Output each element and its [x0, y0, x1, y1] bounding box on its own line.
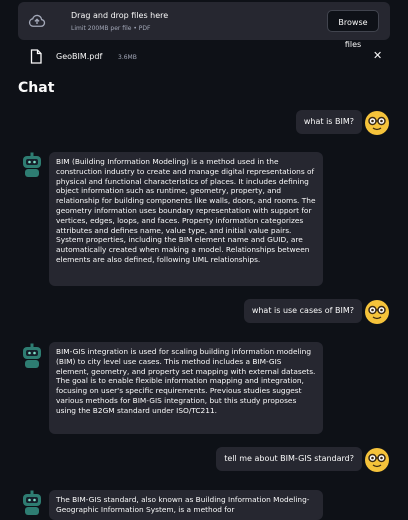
uploaded-file-row: GeoBIM.pdf 3.6MB ✕	[18, 47, 390, 67]
nerd-face-emoji-avatar	[365, 300, 389, 324]
robot-avatar	[23, 343, 41, 368]
browse-files-button[interactable]: Browse files	[327, 10, 379, 49]
file-uploader-dropzone[interactable]: Drag and drop files here Limit 200MB per…	[18, 2, 390, 49]
assistant-message: BIM-GIS integration is used for scaling …	[49, 342, 323, 434]
chat-heading: Chat	[18, 80, 55, 96]
uploader-title: Drag and drop files here	[71, 11, 169, 20]
robot-avatar	[23, 490, 41, 515]
user-message: tell me about BIM-GIS standard?	[216, 447, 362, 471]
nerd-face-emoji-avatar	[365, 111, 389, 135]
uploader-limit: Limit 200MB per file • PDF	[71, 25, 151, 32]
user-message: what is use cases of BIM?	[243, 299, 362, 323]
file-name: GeoBIM.pdf	[56, 52, 103, 61]
cloud-upload-icon	[28, 12, 46, 30]
nerd-face-emoji-avatar	[365, 448, 389, 472]
file-icon	[30, 49, 42, 64]
robot-avatar	[23, 152, 41, 177]
close-icon[interactable]: ✕	[373, 49, 382, 63]
assistant-message: The BIM-GIS standard, also known as Buil…	[49, 490, 323, 520]
user-message: what is BIM?	[295, 110, 362, 134]
assistant-message: BIM (Building Information Modeling) is a…	[49, 152, 323, 286]
file-size: 3.6MB	[118, 54, 137, 61]
